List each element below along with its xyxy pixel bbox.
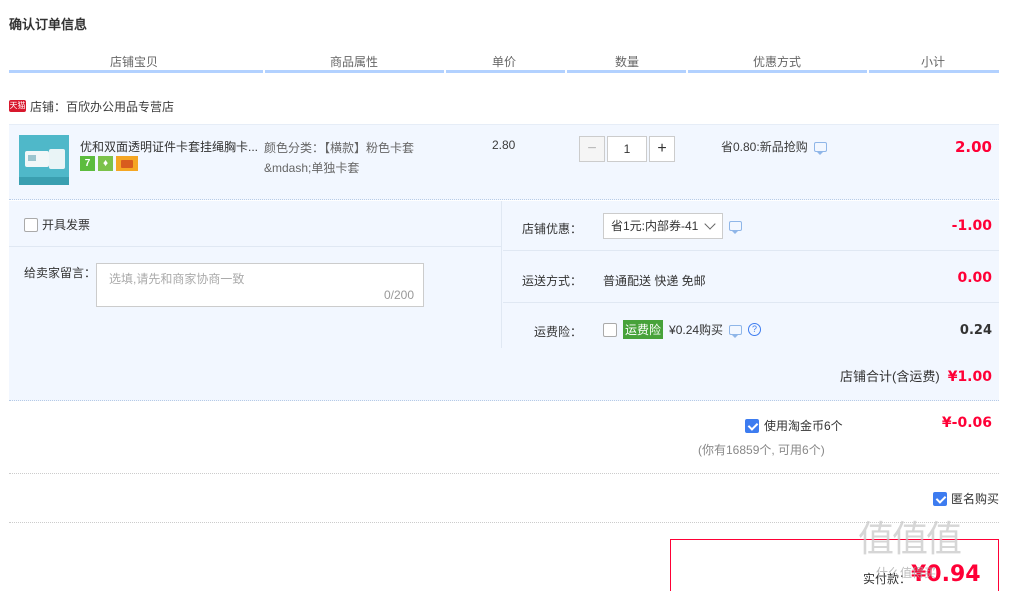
shipping-method: 普通配送 快递 免邮 [603, 274, 706, 288]
tmall-icon: 天猫 [9, 100, 26, 112]
comment-icon[interactable] [729, 324, 743, 338]
watermark-logo: 值值值 什么值得买 [858, 510, 1003, 591]
use-coins-label: 使用淘金币6个 [764, 419, 843, 433]
column-header-promo: 优惠方式 [752, 55, 801, 69]
invoice-checkbox[interactable] [24, 217, 38, 232]
comment-icon[interactable] [729, 221, 743, 234]
shipping-insurance-row: 运费险： 运费险 ¥0.24购买 ? 0.24 [503, 304, 999, 348]
service-icons: 7 ♦ [80, 156, 138, 171]
column-header-attr: 商品属性 [329, 55, 378, 69]
unit-price: 2.80 [492, 138, 516, 152]
anonymous-row: 匿名购买 [9, 475, 999, 523]
coin-row: 使用淘金币6个 ¥-0.06 (你有16859个, 可用6个) [9, 402, 999, 474]
anonymous-label: 匿名购买 [950, 492, 999, 506]
invoice-option[interactable]: 开具发票 [24, 216, 90, 233]
insurance-tag: 运费险 [623, 320, 664, 339]
use-coins-checkbox[interactable] [745, 418, 759, 433]
shop-discount-amount: -1.00 [951, 218, 992, 234]
insurance-price: ¥0.24购买 [669, 323, 724, 337]
anonymous-checkbox[interactable] [932, 491, 947, 506]
column-header-qty: 数量 [614, 55, 639, 69]
coins-amount: ¥-0.06 [941, 415, 992, 431]
seller-message-input[interactable]: 选填,请先和商家协商一致 0/200 [96, 263, 424, 307]
insurance-label: 运费险： [533, 325, 582, 339]
comment-icon[interactable] [813, 141, 827, 155]
message-placeholder: 选填,请先和商家协商一致 [109, 272, 245, 286]
promo-text: 省0.80:新品抢购 [721, 140, 808, 154]
invoice-label: 开具发票 [42, 218, 91, 232]
column-header-subtotal: 小计 [920, 55, 945, 69]
shop-total-label: 店铺合计(含运费) [840, 369, 940, 384]
insurance-checkbox[interactable] [603, 322, 617, 337]
help-icon[interactable]: ? [748, 323, 762, 336]
shipping-label: 运送方式： [521, 274, 582, 288]
watermark-subtext: 什么值得买 [876, 566, 937, 580]
shop-discount-row: 店铺优惠： 省1元:内部券-41 -1.00 [503, 201, 999, 251]
seven-day-return-icon[interactable]: 7 [80, 156, 95, 171]
use-coins-option[interactable]: 使用淘金币6个 [745, 417, 843, 434]
column-header: 店铺宝贝 商品属性 单价 数量 优惠方式 小计 [9, 53, 999, 73]
watermark-text: 值值值 [858, 519, 962, 560]
product-attributes: 颜色分类：【横款】粉色卡套&mdash;单独卡套 [264, 138, 449, 178]
product-thumbnail[interactable] [19, 135, 69, 185]
quantity-stepper: − 1 + [579, 136, 675, 162]
order-item-row: 优和双面透明证件卡套挂绳胸卡... 7 ♦ 颜色分类：【横款】粉色卡套&mdas… [9, 124, 999, 200]
guarantee-icon[interactable]: ♦ [98, 156, 113, 171]
shop-name[interactable]: 店铺：百欣办公用品专营店 [30, 98, 174, 115]
attr-label: 颜色分类： [264, 141, 325, 155]
shop-discount-select[interactable]: 省1元:内部券-41 [603, 213, 724, 239]
coins-note: (你有16859个, 可用6个) [698, 443, 825, 457]
column-header-price: 单价 [491, 55, 516, 69]
shop-total-amount: ¥1.00 [947, 369, 992, 385]
quantity-input[interactable]: 1 [607, 136, 647, 162]
order-options-left: 开具发票 给卖家留言： 选填,请先和商家协商一致 0/200 [9, 201, 502, 348]
product-name-link[interactable]: 优和双面透明证件卡套挂绳胸卡... [80, 138, 260, 155]
message-label: 给卖家留言： [24, 266, 97, 280]
shop-discount-label: 店铺优惠： [521, 222, 582, 236]
message-char-count: 0/200 [383, 288, 414, 302]
shipping-row: 运送方式： 普通配送 快递 免邮 0.00 [503, 253, 999, 303]
shop-total-row: 店铺合计(含运费) ¥1.00 [9, 348, 999, 401]
decrease-quantity-button[interactable]: − [579, 136, 605, 162]
item-subtotal: 2.00 [954, 138, 992, 156]
anonymous-option[interactable]: 匿名购买 [932, 490, 999, 507]
shipping-amount: 0.00 [957, 270, 992, 286]
increase-quantity-button[interactable]: + [649, 136, 675, 162]
page-title: 确认订单信息 [9, 17, 88, 32]
card-payment-icon[interactable] [116, 156, 138, 171]
insurance-amount: 0.24 [959, 323, 992, 338]
promo-info: 省0.80:新品抢购 [721, 138, 827, 155]
column-header-item: 店铺宝贝 [109, 55, 158, 69]
order-options: 开具发票 给卖家留言： 选填,请先和商家协商一致 0/200 店铺优惠： 省1元… [9, 201, 999, 401]
shop-line: 天猫 店铺：百欣办公用品专营店 [9, 98, 174, 114]
